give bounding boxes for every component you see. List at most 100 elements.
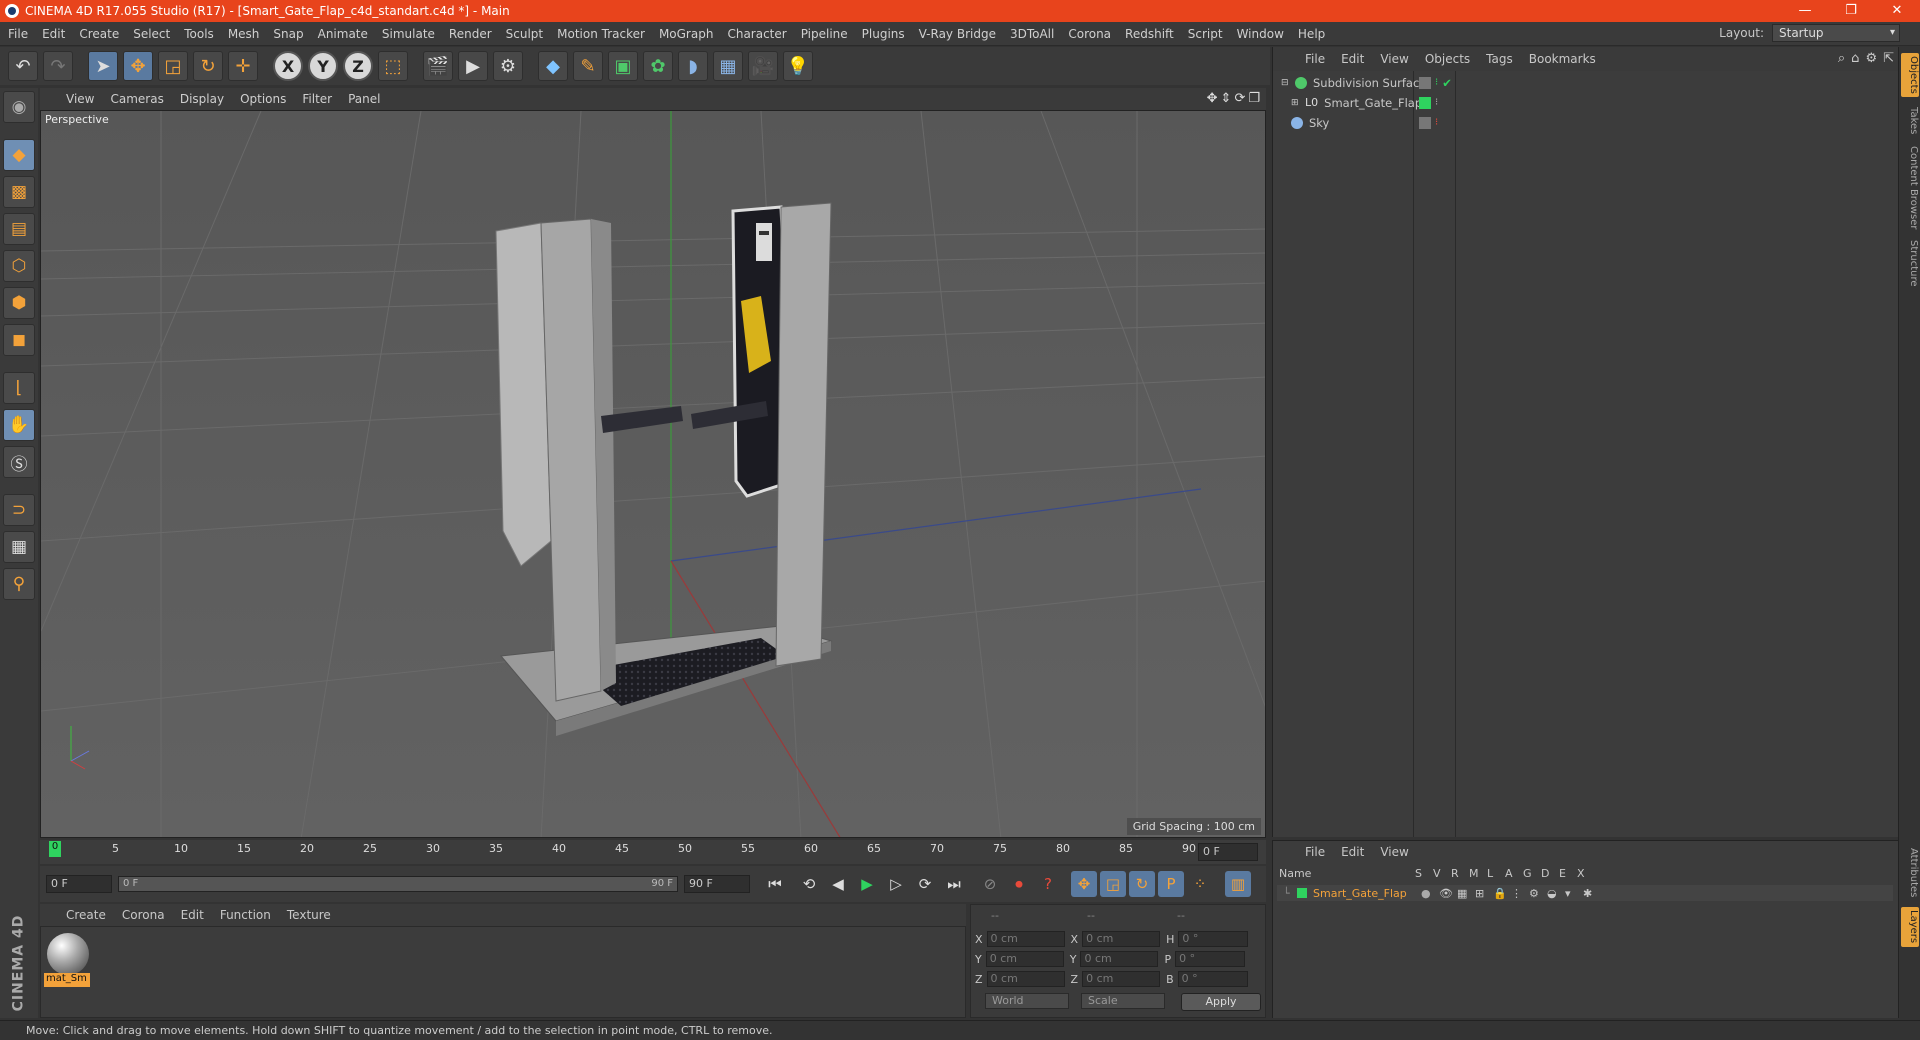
rotate-view-icon[interactable]: ⟳ (1234, 91, 1245, 106)
magnet-icon[interactable]: ⊃ (3, 494, 35, 526)
viewport-menu-panel[interactable]: Panel (348, 92, 380, 106)
object-row-sky[interactable]: Sky ⁝ (1277, 113, 1893, 132)
prev-frame-icon[interactable]: ◀ (825, 871, 851, 897)
timeline[interactable]: 0 5 10 15 20 25 30 35 40 45 50 55 60 65 … (40, 840, 1266, 864)
viewport-perspective[interactable]: Perspective Grid Spacing : 100 cm (40, 110, 1266, 838)
material-preview[interactable] (47, 933, 89, 975)
objects-menu-objects[interactable]: Objects (1425, 52, 1470, 66)
next-frame-icon[interactable]: ▷ (883, 871, 909, 897)
material-menu-edit[interactable]: Edit (181, 908, 204, 922)
size-x-field[interactable]: 0 cm (1082, 931, 1161, 947)
menu-simulate[interactable]: Simulate (382, 27, 435, 41)
layer-animation-icon[interactable]: ⋮ (1511, 887, 1529, 900)
coord-mode-dropdown[interactable]: Scale (1081, 993, 1165, 1009)
record-keys-icon[interactable]: ⊘ (977, 871, 1003, 897)
menu-create[interactable]: Create (79, 27, 119, 41)
viewport-menu-options[interactable]: Options (240, 92, 286, 106)
home-icon[interactable]: ⌂ (1851, 51, 1859, 66)
cloner-icon[interactable]: ✿ (643, 51, 673, 81)
menu-script[interactable]: Script (1188, 27, 1223, 41)
material-menu-function[interactable]: Function (220, 908, 271, 922)
expand-icon[interactable]: ⇱ (1883, 51, 1894, 66)
timeline-end-field[interactable]: 0 F (1198, 843, 1258, 861)
menu-mograph[interactable]: MoGraph (659, 27, 714, 41)
viewport-menu-cameras[interactable]: Cameras (110, 92, 163, 106)
next-key-icon[interactable]: ⟳ (912, 871, 938, 897)
z-axis-icon[interactable]: Z (343, 51, 373, 81)
autokey-icon[interactable]: ⏺ (1006, 871, 1032, 897)
material-menu-texture[interactable]: Texture (287, 908, 331, 922)
axis-mode-icon[interactable]: ⌊ (3, 372, 35, 404)
collapse-icon[interactable]: ⊟ (1281, 78, 1291, 88)
key-rotation-icon[interactable]: ↻ (1129, 871, 1155, 897)
timeline-window-icon[interactable]: ▥ (1225, 871, 1251, 897)
objects-menu-tags[interactable]: Tags (1486, 52, 1513, 66)
floor-icon[interactable]: ▦ (713, 51, 743, 81)
light-icon[interactable]: 💡 (783, 51, 813, 81)
viewport-menu-filter[interactable]: Filter (302, 92, 332, 106)
snap-grid-icon[interactable]: ▦ (3, 531, 35, 563)
layer-swatch-icon[interactable] (1419, 96, 1431, 109)
viewport-menu-view[interactable]: View (66, 92, 94, 106)
rotation-h-field[interactable]: 0 ° (1178, 931, 1249, 947)
menu-mesh[interactable]: Mesh (228, 27, 260, 41)
layer-solo-icon[interactable]: ● (1421, 887, 1439, 900)
y-axis-icon[interactable]: Y (308, 51, 338, 81)
goto-end-icon[interactable]: ⏭ (941, 871, 967, 897)
layer-lock-icon[interactable]: 🔒 (1493, 887, 1511, 900)
tab-takes[interactable]: Takes (1901, 103, 1919, 139)
rotate-icon[interactable]: ↻ (193, 51, 223, 81)
visibility-dot-icon[interactable]: ⁝ (1435, 117, 1438, 128)
search-icon[interactable]: ⌕ (1838, 51, 1845, 66)
menu-file[interactable]: File (8, 27, 28, 41)
points-mode-icon[interactable]: ⬡ (3, 250, 35, 282)
model-mode-icon[interactable]: ◆ (3, 139, 35, 171)
object-row-subdivision[interactable]: ⊟ Subdivision Surface ⁝ ✔ (1277, 73, 1893, 92)
objects-menu-edit[interactable]: Edit (1341, 52, 1364, 66)
keyframe-selection-icon[interactable]: ? (1035, 871, 1061, 897)
menu-character[interactable]: Character (727, 27, 786, 41)
menu-motion-tracker[interactable]: Motion Tracker (557, 27, 645, 41)
position-z-field[interactable]: 0 cm (986, 971, 1065, 987)
zoom-view-icon[interactable]: ⇕ (1221, 91, 1232, 106)
prev-key-icon[interactable]: ⟲ (796, 871, 822, 897)
tab-structure[interactable]: Structure (1901, 237, 1919, 289)
x-axis-icon[interactable]: X (273, 51, 303, 81)
material-name[interactable]: mat_Sm (44, 973, 90, 987)
key-scale-icon[interactable]: ◲ (1100, 871, 1126, 897)
solo-icon[interactable]: Ⓢ (3, 446, 35, 478)
tab-objects[interactable]: Objects (1901, 53, 1919, 97)
menu-vray-bridge[interactable]: V-Ray Bridge (919, 27, 996, 41)
layout-dropdown[interactable]: Startup (1772, 24, 1900, 42)
close-button[interactable]: ✕ (1874, 0, 1920, 22)
deformer-icon[interactable]: ◗ (678, 51, 708, 81)
render-settings-icon[interactable]: ⚙ (493, 51, 523, 81)
objects-menu-bookmarks[interactable]: Bookmarks (1529, 52, 1596, 66)
tab-attributes[interactable]: Attributes (1901, 845, 1919, 901)
layer-swatch-icon[interactable] (1419, 76, 1431, 89)
scale-icon[interactable]: ◲ (158, 51, 188, 81)
viewport-menu-display[interactable]: Display (180, 92, 224, 106)
layer-render-icon[interactable]: ▦ (1457, 887, 1475, 900)
enable-snap-icon[interactable]: ⚲ (3, 568, 35, 600)
objects-menu-view[interactable]: View (1380, 52, 1408, 66)
apply-button[interactable]: Apply (1181, 993, 1261, 1011)
move-view-icon[interactable]: ✥ (1207, 91, 1218, 106)
start-frame-field[interactable]: 0 F (46, 875, 112, 893)
material-menu-corona[interactable]: Corona (122, 908, 165, 922)
goto-start-icon[interactable]: ⏮ (762, 871, 788, 897)
coord-space-dropdown[interactable]: World (985, 993, 1069, 1009)
undo-icon[interactable]: ↶ (8, 51, 38, 81)
live-select-icon[interactable]: ✛ (228, 51, 258, 81)
visibility-dot-icon[interactable]: ⁝ (1435, 97, 1438, 108)
maximize-view-icon[interactable]: ❐ (1248, 91, 1260, 106)
make-editable-icon[interactable]: ◉ (3, 91, 35, 123)
menu-help[interactable]: Help (1298, 27, 1325, 41)
menu-edit[interactable]: Edit (42, 27, 65, 41)
frame-range-slider[interactable]: 0 F 90 F (118, 876, 678, 892)
move-icon[interactable]: ✥ (123, 51, 153, 81)
redo-icon[interactable]: ↷ (43, 51, 73, 81)
layer-xref-icon[interactable]: ✱ (1583, 887, 1601, 900)
workplane-icon[interactable]: ▤ (3, 213, 35, 245)
menu-plugins[interactable]: Plugins (862, 27, 905, 41)
